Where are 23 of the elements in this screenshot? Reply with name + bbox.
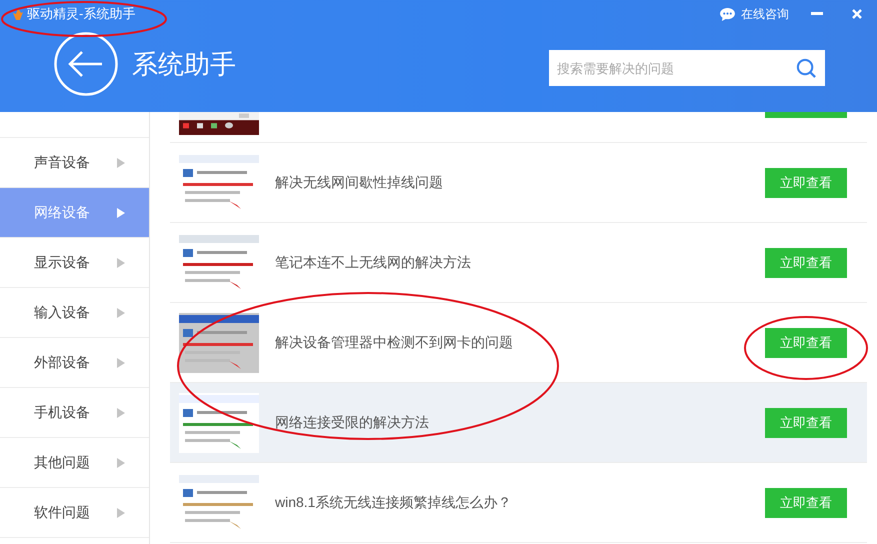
article-title: win8.1系统无线连接频繁掉线怎么办？ [275,494,512,512]
triangle-icon [117,358,125,368]
article-title: 解决设备管理器中检测不到网卡的问题 [275,334,514,352]
page-title: 系统助手 [132,48,237,80]
close-icon [852,9,862,19]
triangle-icon [117,308,125,318]
minimize-icon [811,12,823,16]
article-title: 网络连接受限的解决方法 [275,414,430,432]
article-title: 解决无线网间歇性掉线问题 [275,174,444,192]
triangle-icon [117,458,125,468]
triangle-icon [117,508,125,518]
back-button[interactable] [54,32,118,96]
triangle-icon [117,258,125,268]
search-icon[interactable] [796,58,817,79]
article-title: 笔记本连不上无线网的解决方法 [275,254,472,272]
window-title: 驱动精灵-系统助手 [27,5,136,23]
triangle-icon [117,408,125,418]
triangle-icon [117,158,125,168]
flame-logo-icon [12,8,24,20]
online-consult-button[interactable]: 在线咨询 [712,6,797,22]
triangle-icon [117,208,125,218]
search-field[interactable]: 搜索需要解决的问题 [549,50,825,86]
chat-bubble-icon [720,8,735,20]
